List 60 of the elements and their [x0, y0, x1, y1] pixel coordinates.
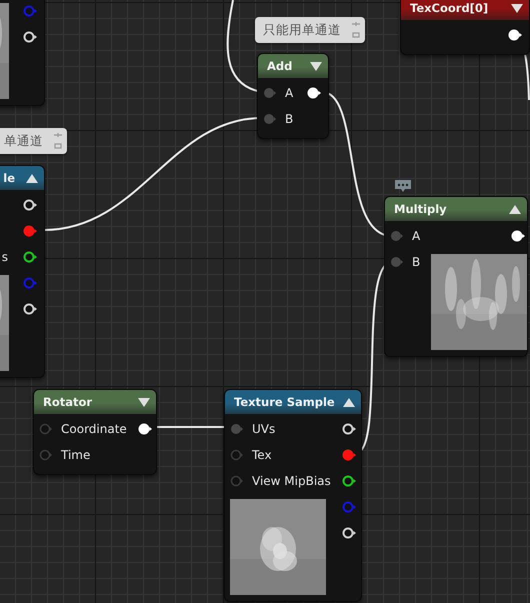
comment-bubble[interactable]: 单通道	[0, 128, 67, 154]
node-title: TexCoord[0]	[410, 1, 488, 15]
graph-node[interactable]: TexCoord[0]	[400, 0, 530, 55]
input-pin-icon[interactable]	[390, 256, 404, 268]
comment-icon[interactable]	[395, 180, 411, 193]
node-header[interactable]: le	[0, 166, 44, 190]
node-title: Texture Sample	[234, 395, 335, 409]
output-pin-icon[interactable]	[23, 303, 38, 315]
input-pin-icon[interactable]	[263, 87, 277, 99]
output-pin-icon[interactable]	[23, 251, 38, 263]
comment-text: 单通道	[4, 132, 43, 150]
pin-label: B	[412, 255, 420, 269]
input-pin-icon[interactable]	[39, 423, 53, 435]
pin-label: A	[412, 229, 420, 243]
output-pin-icon[interactable]	[508, 29, 523, 41]
input-pin-icon[interactable]	[230, 449, 244, 461]
graph-node[interactable]: le s	[0, 165, 45, 378]
node-title: Multiply	[394, 202, 447, 216]
graph-node[interactable]: Texture Sample UVs Tex View MipBias	[224, 389, 362, 602]
comment-bubble[interactable]: 只能用单通道	[255, 17, 365, 43]
output-pin-icon[interactable]	[307, 87, 322, 99]
graph-canvas[interactable]: 单通道 le s 只能用单通道 Add A B TexCoord[0] Multiply A B Rotator Coordinate Time Texture Sample UVs Tex View MipBias	[0, 0, 530, 603]
pin-label: View MipBias	[252, 474, 331, 488]
output-pin-icon[interactable]	[511, 230, 526, 242]
pin-label: B	[285, 112, 294, 126]
input-pin-icon[interactable]	[230, 423, 244, 435]
collapse-arrow-icon[interactable]	[26, 174, 38, 182]
pin-label: Time	[61, 448, 90, 462]
node-header[interactable]: TexCoord[0]	[401, 0, 529, 20]
pin-label: s	[2, 250, 8, 264]
graph-node[interactable]: Rotator Coordinate Time	[33, 389, 157, 475]
output-pin-icon[interactable]	[342, 475, 357, 487]
node-header[interactable]: Multiply	[385, 197, 527, 221]
collapse-arrow-icon[interactable]	[343, 398, 355, 406]
output-pin-icon[interactable]	[342, 527, 357, 539]
output-pin-icon[interactable]	[23, 199, 38, 211]
node-title: le	[3, 171, 15, 185]
expand-arrow-icon[interactable]	[511, 4, 523, 12]
expand-arrow-icon[interactable]	[138, 398, 150, 406]
input-pin-icon[interactable]	[263, 113, 277, 125]
pin-label: A	[285, 86, 294, 100]
comment-text: 只能用单通道	[263, 22, 341, 38]
output-pin-icon[interactable]	[342, 423, 357, 435]
output-pin-icon[interactable]	[23, 31, 38, 43]
input-pin-icon[interactable]	[390, 230, 404, 242]
input-pin-icon[interactable]	[230, 475, 244, 487]
node-title: Add	[267, 59, 292, 73]
pin-label: Coordinate	[61, 422, 127, 436]
node-header[interactable]: Add	[258, 54, 328, 78]
node-title: Rotator	[43, 395, 92, 409]
pin-label: Tex	[252, 448, 272, 462]
node-header[interactable]: Rotator	[34, 390, 156, 414]
pin-label: UVs	[252, 422, 276, 436]
collapse-arrow-icon[interactable]	[509, 204, 521, 214]
output-pin-icon[interactable]	[138, 423, 153, 435]
graph-node[interactable]: Multiply A B	[384, 196, 528, 357]
node-header[interactable]: Texture Sample	[225, 390, 361, 414]
graph-node[interactable]: Add A B	[257, 53, 329, 139]
input-pin-icon[interactable]	[39, 449, 53, 461]
expand-arrow-icon[interactable]	[310, 62, 322, 70]
